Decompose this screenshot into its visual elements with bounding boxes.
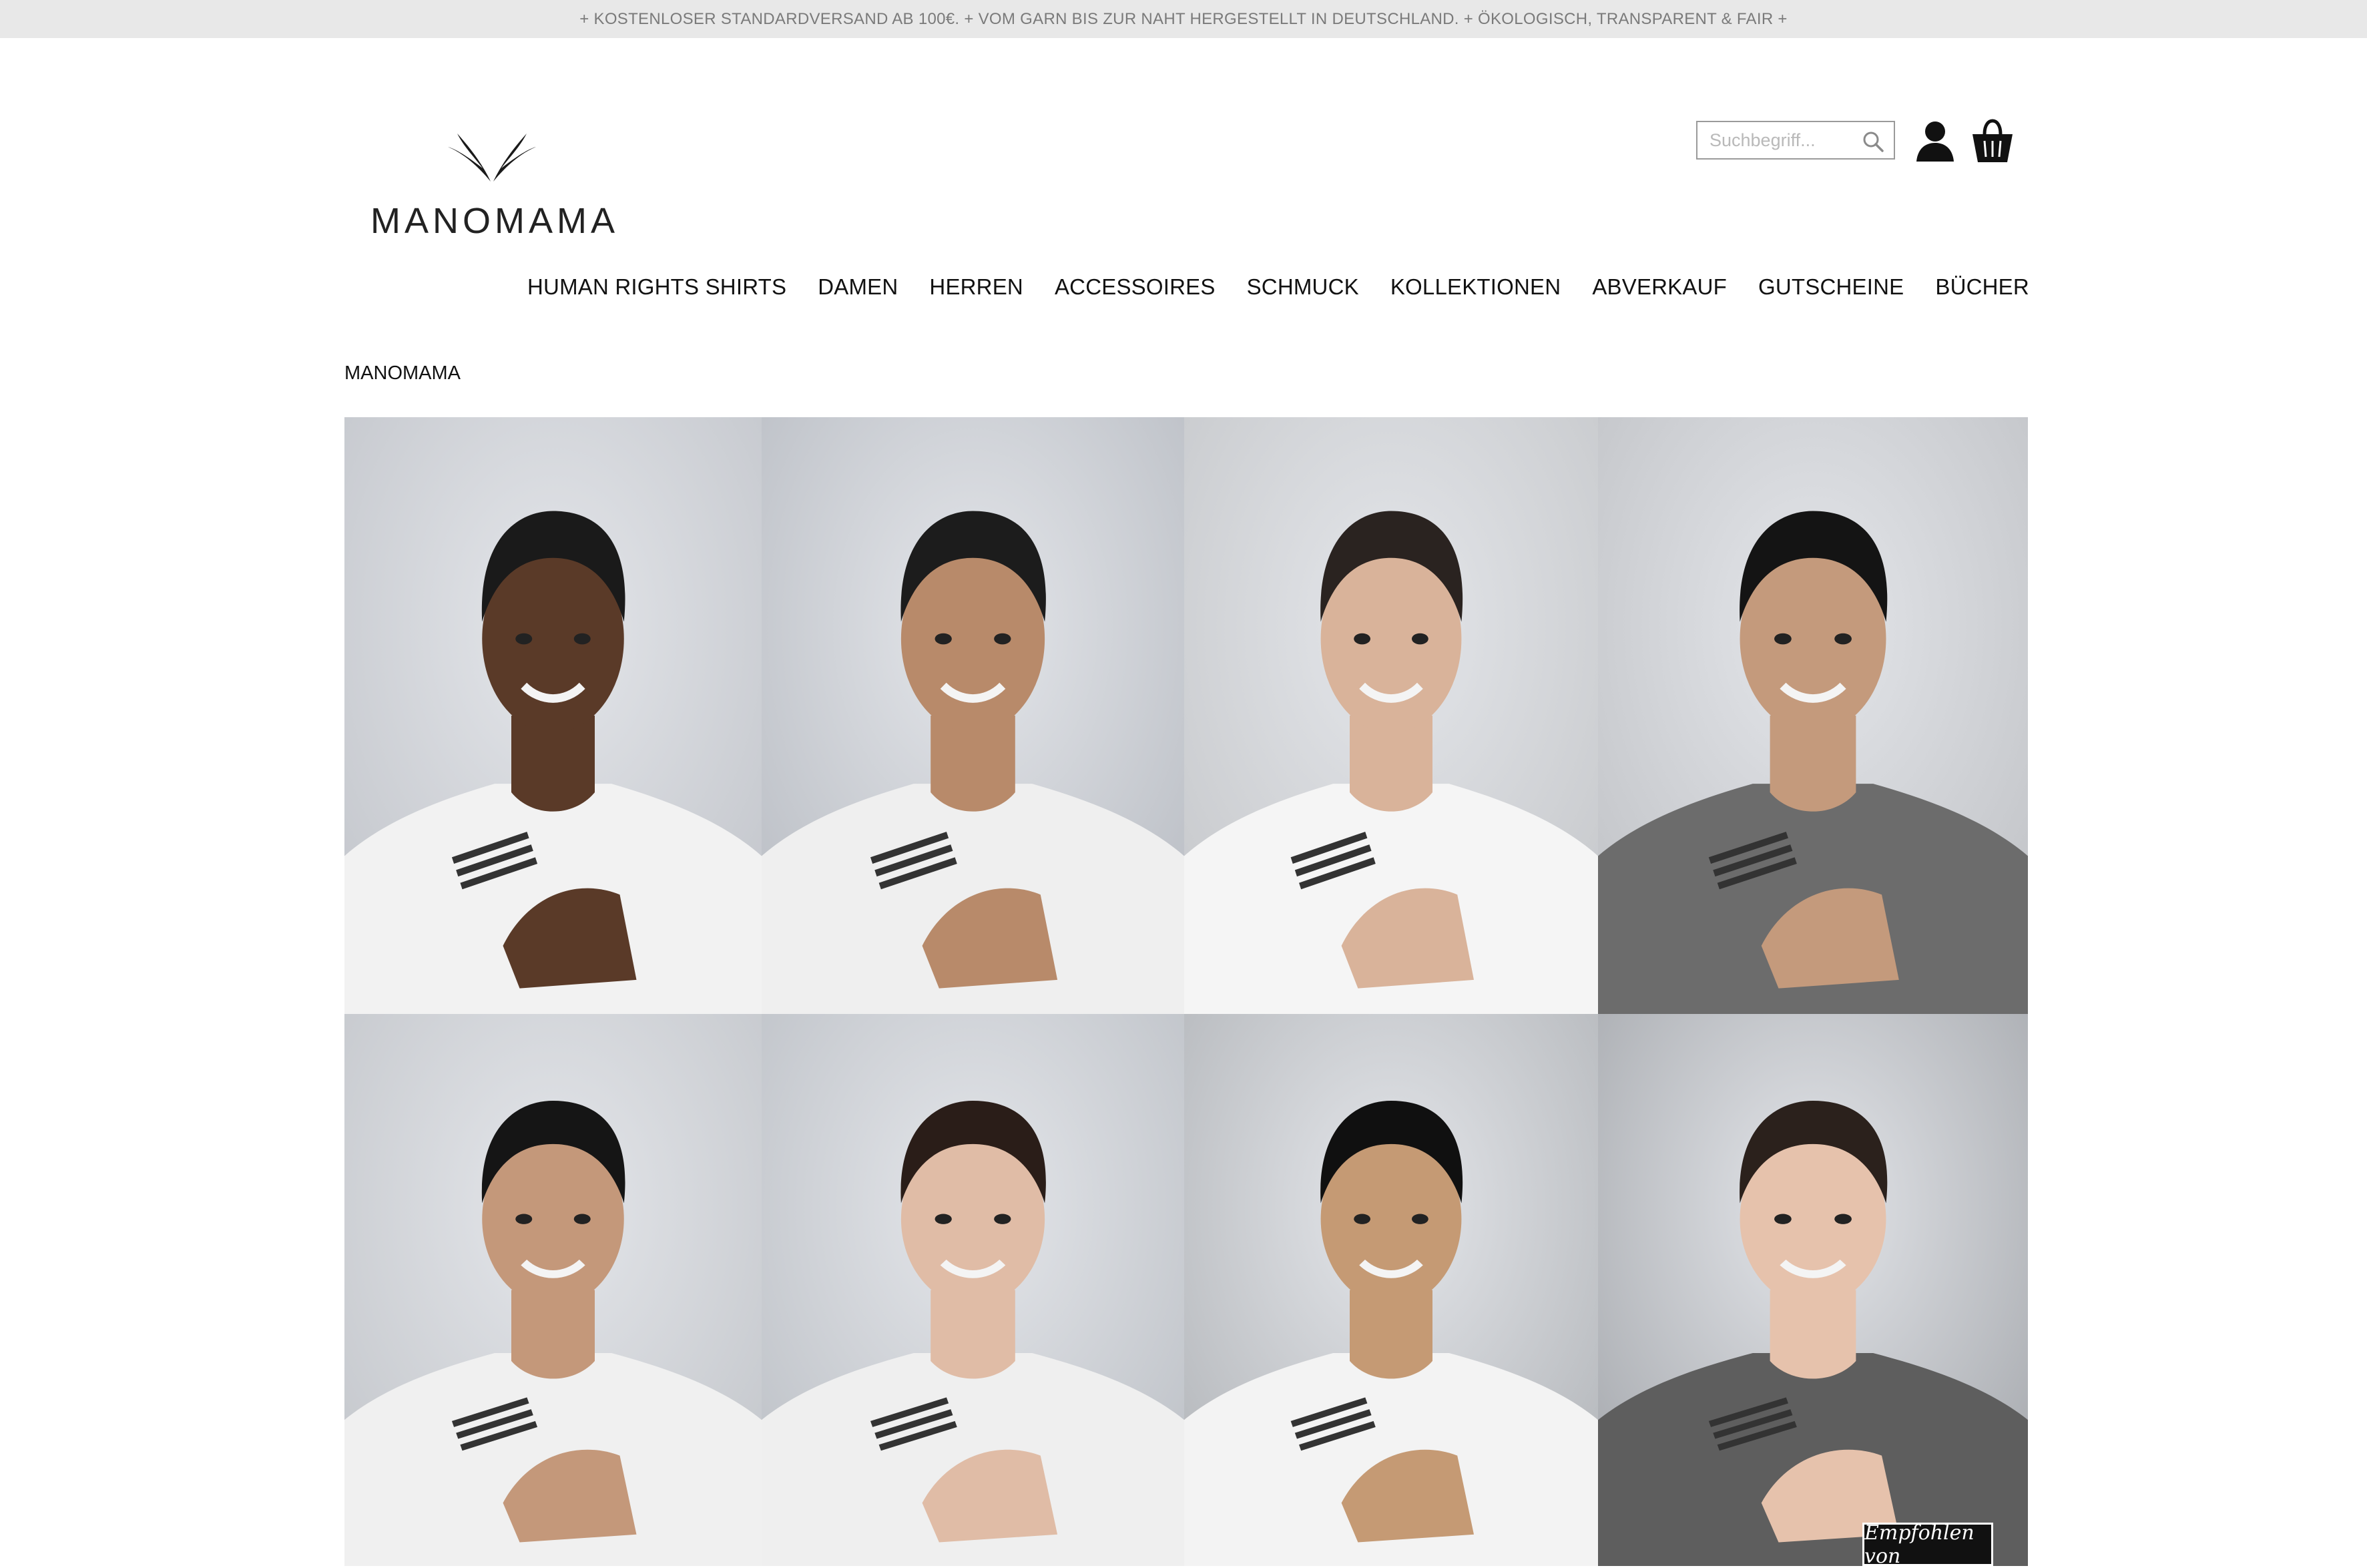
badge-label: Empfohlen von bbox=[1864, 1521, 1975, 1568]
search-box[interactable] bbox=[1696, 121, 1895, 160]
nav-item-abverkauf[interactable]: ABVERKAUF bbox=[1592, 274, 1727, 300]
feather-logo-icon bbox=[448, 134, 536, 182]
account-icon[interactable] bbox=[1914, 119, 1956, 163]
portrait-photo bbox=[1598, 417, 2028, 1014]
search-input[interactable] bbox=[1697, 122, 1870, 158]
portrait-photo bbox=[1184, 417, 1598, 1014]
announcement-text: + KOSTENLOSER STANDARDVERSAND AB 100€. +… bbox=[579, 9, 1788, 28]
announcement-bar: + KOSTENLOSER STANDARDVERSAND AB 100€. +… bbox=[0, 0, 2367, 38]
logo-text: MANOMAMA bbox=[370, 201, 619, 241]
nav-item-herren[interactable]: HERREN bbox=[929, 274, 1023, 300]
search-icon[interactable] bbox=[1862, 130, 1884, 153]
cart-icon[interactable] bbox=[1971, 118, 2014, 164]
portrait-photo bbox=[344, 1014, 762, 1566]
recommended-badge[interactable]: Empfohlen von bbox=[1862, 1521, 1993, 1568]
portrait-photo bbox=[344, 417, 762, 1014]
nav-item-kollektionen[interactable]: KOLLEKTIONEN bbox=[1390, 274, 1561, 300]
nav-item-human-rights-shirts[interactable]: HUMAN RIGHTS SHIRTS bbox=[527, 274, 786, 300]
nav-item-schmuck[interactable]: SCHMUCK bbox=[1247, 274, 1359, 300]
portrait-photo bbox=[762, 417, 1184, 1014]
breadcrumb: MANOMAMA bbox=[344, 362, 461, 384]
nav-item-buecher[interactable]: BÜCHER bbox=[1935, 274, 2029, 300]
hero-banner[interactable] bbox=[344, 417, 2028, 1566]
portrait-photo bbox=[1598, 1014, 2028, 1566]
nav-item-accessoires[interactable]: ACCESSOIRES bbox=[1055, 274, 1216, 300]
breadcrumb-current[interactable]: MANOMAMA bbox=[344, 362, 461, 384]
brand-logo[interactable]: MANOMAMA bbox=[370, 127, 619, 241]
main-navigation: HUMAN RIGHTS SHIRTS DAMEN HERREN ACCESSO… bbox=[527, 270, 2029, 304]
portrait-photo bbox=[762, 1014, 1184, 1566]
nav-item-gutscheine[interactable]: GUTSCHEINE bbox=[1758, 274, 1904, 300]
portrait-photo bbox=[1184, 1014, 1598, 1566]
nav-item-damen[interactable]: DAMEN bbox=[818, 274, 898, 300]
